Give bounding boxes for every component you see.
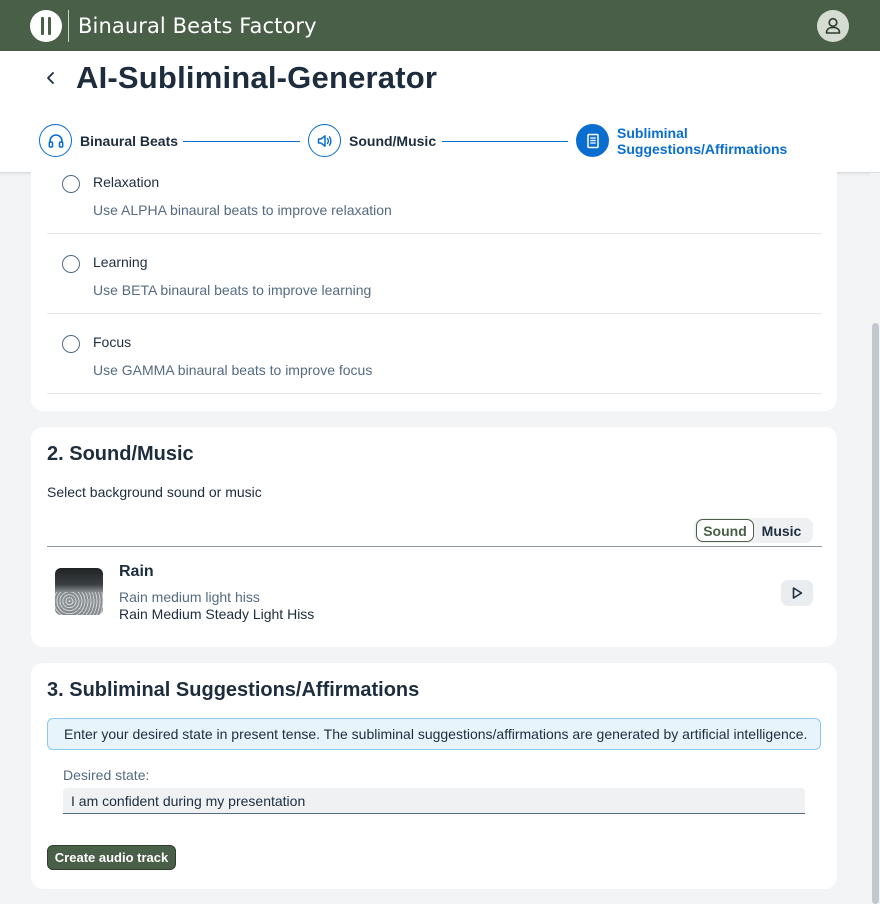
- sound-music-toggle: Sound Music: [694, 518, 813, 543]
- step-subliminal-suggestions[interactable]: Subliminal Suggestions/Affirmations: [576, 124, 787, 157]
- option-title: Relaxation: [93, 174, 160, 190]
- option-desc: Use GAMMA binaural beats to improve focu…: [93, 362, 373, 378]
- step-label: Binaural Beats: [80, 132, 179, 149]
- step-circle: [39, 124, 72, 157]
- section-title: 2. Sound/Music: [47, 443, 194, 465]
- step-label: Sound/Music: [349, 132, 437, 149]
- option-relaxation[interactable]: Relaxation Use ALPHA binaural beats to i…: [47, 154, 822, 234]
- segment-music[interactable]: Music: [754, 519, 809, 542]
- option-learning[interactable]: Learning Use BETA binaural beats to impr…: [47, 234, 822, 314]
- user-avatar[interactable]: [817, 10, 849, 42]
- option-desc: Use ALPHA binaural beats to improve rela…: [93, 202, 392, 218]
- step-label-active: Subliminal Suggestions/Affirmations: [617, 125, 787, 157]
- sound-music-card: 2. Sound/Music Select background sound o…: [31, 427, 837, 647]
- divider: [47, 546, 822, 547]
- binaural-logo-icon[interactable]: [30, 10, 62, 42]
- step-sound-music[interactable]: Sound/Music: [308, 124, 436, 157]
- desired-state-input[interactable]: [63, 788, 805, 814]
- back-button[interactable]: [40, 67, 62, 89]
- user-icon: [825, 17, 841, 34]
- rain-thumbnail: [55, 568, 103, 615]
- scrollbar-thumb[interactable]: [872, 323, 879, 904]
- radio-focus[interactable]: [62, 335, 80, 353]
- radio-learning[interactable]: [62, 255, 80, 273]
- option-desc: Use BETA binaural beats to improve learn…: [93, 282, 372, 298]
- section-title: 3. Subliminal Suggestions/Affirmations: [47, 679, 420, 701]
- page-title: AI-Subliminal-Generator: [76, 60, 438, 95]
- option-focus[interactable]: Focus Use GAMMA binaural beats to improv…: [47, 314, 822, 394]
- step-connector: [442, 141, 568, 142]
- step-connector: [183, 141, 300, 142]
- radio-relaxation[interactable]: [62, 175, 80, 193]
- play-icon: [792, 587, 803, 599]
- step-binaural-beats[interactable]: Binaural Beats: [39, 124, 178, 157]
- step-label-line1: Subliminal: [617, 124, 688, 141]
- speaker-icon: [317, 134, 332, 147]
- shell-bar: Binaural Beats Factory: [0, 0, 880, 51]
- document-icon: [586, 133, 599, 148]
- option-title: Focus: [93, 334, 132, 350]
- option-title: Learning: [93, 254, 148, 270]
- app-title: Binaural Beats Factory: [78, 14, 317, 38]
- binaural-beats-card: Relaxation Use ALPHA binaural beats to i…: [31, 160, 837, 411]
- affirmations-card: 3. Subliminal Suggestions/Affirmations E…: [31, 663, 837, 889]
- info-strip: Enter your desired state in present tens…: [47, 718, 821, 750]
- shell-separator: [68, 10, 69, 42]
- step-circle-active: [576, 124, 609, 157]
- sound-item-description: Rain Medium Steady Light Hiss: [119, 606, 315, 622]
- headphones-icon: [48, 133, 63, 148]
- desired-state-label: Desired state:: [63, 767, 150, 783]
- sound-item-title: Rain: [119, 563, 154, 580]
- segment-sound[interactable]: Sound: [696, 519, 754, 542]
- create-audio-track-button[interactable]: Create audio track: [47, 845, 176, 870]
- sound-item-subtitle: Rain medium light hiss: [119, 589, 260, 605]
- chevron-left-icon: [47, 72, 54, 84]
- play-button[interactable]: [781, 580, 813, 606]
- section-description: Select background sound or music: [47, 484, 262, 500]
- step-circle: [308, 124, 341, 157]
